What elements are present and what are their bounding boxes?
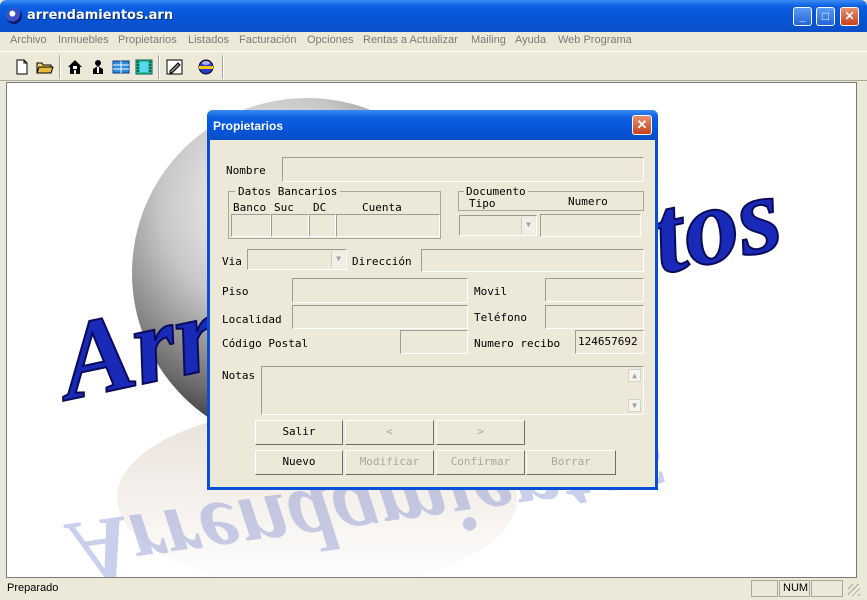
table-icon[interactable] — [111, 57, 131, 77]
cuenta-label: Cuenta — [362, 201, 402, 214]
numero-label: Numero — [568, 195, 608, 208]
resize-grip-icon[interactable] — [848, 584, 860, 596]
menu-mailing[interactable]: Mailing — [471, 34, 506, 46]
close-button[interactable]: ✕ — [840, 7, 859, 26]
minimize-button[interactable]: _ — [793, 7, 812, 26]
codigo-postal-field[interactable] — [400, 330, 468, 354]
piso-label: Piso — [222, 285, 249, 298]
dc-field[interactable] — [309, 214, 336, 237]
film-strip-icon[interactable] — [134, 57, 154, 77]
datos-bancarios-label: Datos Bancarios — [235, 185, 341, 198]
menu-propietarios[interactable]: Propietarios — [118, 34, 177, 46]
status-text: Preparado — [7, 582, 59, 594]
chevron-down-icon[interactable]: ▼ — [521, 217, 535, 234]
numero-recibo-label: Numero recibo — [474, 337, 561, 350]
telefono-label: Teléfono — [474, 311, 527, 324]
codigo-postal-label: Código Postal — [222, 337, 309, 350]
suc-field[interactable] — [271, 214, 309, 237]
app-icon[interactable] — [6, 8, 22, 24]
menu-listados[interactable]: Listados — [188, 34, 229, 46]
status-panel-caps — [751, 580, 778, 597]
numero-documento-field[interactable] — [540, 214, 641, 237]
numero-recibo-field[interactable]: 124657692 — [575, 330, 644, 354]
toolbar — [0, 51, 867, 81]
dialog-close-button[interactable]: ✕ — [632, 115, 652, 135]
tipo-documento-select[interactable]: ▼ — [459, 215, 537, 236]
modificar-button[interactable]: Modificar — [345, 450, 434, 475]
status-panel-scroll — [811, 580, 843, 597]
nombre-label: Nombre — [226, 164, 266, 177]
notas-label: Notas — [222, 369, 256, 382]
dialog-title: Propietarios — [213, 119, 284, 133]
globe-icon[interactable] — [196, 57, 216, 77]
localidad-field[interactable] — [292, 305, 468, 329]
menu-facturacion[interactable]: Facturación — [239, 34, 296, 46]
nuevo-button[interactable]: Nuevo — [255, 450, 343, 475]
menu-inmuebles[interactable]: Inmuebles — [58, 34, 109, 46]
chevron-down-icon[interactable]: ▼ — [331, 251, 345, 268]
status-panel-num: NUM — [779, 580, 810, 597]
localidad-label: Localidad — [222, 313, 282, 326]
telefono-field[interactable] — [545, 305, 644, 329]
edit-icon[interactable] — [165, 57, 185, 77]
dialog-title-bar[interactable]: Propietarios ✕ — [207, 110, 658, 140]
title-bar[interactable]: arrendamientos.arn _ □ ✕ — [0, 0, 867, 32]
open-folder-icon[interactable] — [35, 57, 55, 77]
menu-bar: Archivo Inmuebles Propietarios Listados … — [0, 32, 867, 50]
scroll-down-icon[interactable]: ▼ — [628, 399, 641, 412]
movil-label: Movil — [474, 285, 508, 298]
menu-ayuda[interactable]: Ayuda — [515, 34, 546, 46]
house-icon[interactable] — [65, 57, 85, 77]
dc-label: DC — [313, 201, 327, 214]
window-title: arrendamientos.arn — [27, 8, 174, 23]
via-select[interactable]: ▼ — [247, 249, 347, 270]
menu-archivo[interactable]: Archivo — [10, 34, 47, 46]
menu-rentas-actualizar[interactable]: Rentas a Actualizar — [363, 34, 458, 46]
cuenta-field[interactable] — [336, 214, 440, 237]
nombre-field[interactable] — [282, 157, 644, 182]
piso-field[interactable] — [292, 278, 468, 303]
previous-button[interactable]: < — [345, 420, 434, 445]
banco-field[interactable] — [231, 214, 271, 237]
status-bar: Preparado NUM — [0, 578, 867, 600]
person-icon[interactable] — [88, 57, 108, 77]
borrar-button[interactable]: Borrar — [526, 450, 616, 475]
direccion-field[interactable] — [421, 249, 644, 272]
tipo-label: Tipo — [469, 197, 496, 210]
propietarios-dialog: Propietarios ✕ Nombre Datos Bancarios Ba… — [207, 110, 658, 490]
confirmar-button[interactable]: Confirmar — [436, 450, 525, 475]
movil-field[interactable] — [545, 278, 644, 302]
maximize-button[interactable]: □ — [816, 7, 835, 26]
new-document-icon[interactable] — [12, 57, 32, 77]
scroll-up-icon[interactable]: ▲ — [628, 369, 641, 382]
direccion-label: Dirección — [352, 255, 412, 268]
banco-label: Banco — [233, 201, 267, 214]
menu-web-programa[interactable]: Web Programa — [558, 34, 632, 46]
notas-textarea[interactable]: ▲ ▼ — [261, 366, 644, 415]
suc-label: Suc — [274, 201, 294, 214]
via-label: Via — [222, 255, 242, 268]
next-button[interactable]: > — [436, 420, 525, 445]
menu-opciones[interactable]: Opciones — [307, 34, 353, 46]
salir-button[interactable]: Salir — [255, 420, 343, 445]
